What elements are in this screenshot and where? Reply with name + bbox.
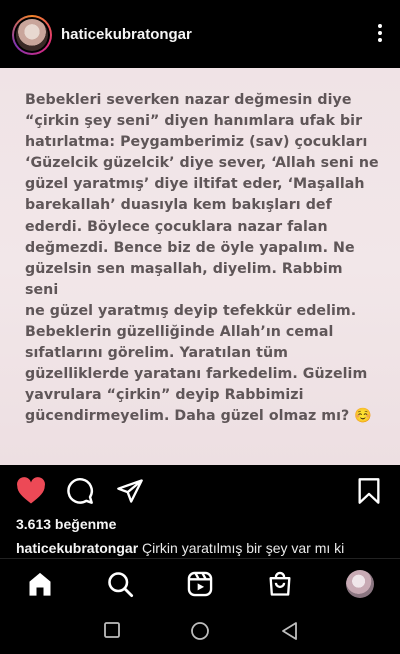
text-line: barekallah’ duasıyla kem bakışları def xyxy=(25,197,332,214)
shop-icon[interactable] xyxy=(265,569,295,599)
text-line: ederdi. Böylece çocuklara nazar falan xyxy=(25,218,328,235)
text-line: Bebekleri severken nazar değmesin diye xyxy=(25,92,352,108)
text-line: “çirkin şey seni” diyen hanımlara ufak b… xyxy=(25,113,363,130)
post-actions xyxy=(0,465,400,515)
heart-filled-icon[interactable] xyxy=(16,477,46,505)
text-line: ‘Güzelcik güzelcik’ diye sever, ‘Allah s… xyxy=(25,155,379,172)
text-line: yavrulara “çirkin” deyip Rabbimizi xyxy=(25,387,304,404)
home-circle-icon[interactable] xyxy=(190,621,210,641)
profile-icon[interactable] xyxy=(345,569,375,599)
avatar-inner xyxy=(14,17,50,53)
back-triangle-icon[interactable] xyxy=(280,621,298,641)
post-image-text: Bebekleri severken nazar değmesin diye “… xyxy=(25,90,380,428)
reels-icon[interactable] xyxy=(185,569,215,599)
text-line: hatırlatma: Peygamberimiz (sav) çocuklar… xyxy=(25,134,368,151)
post-caption[interactable]: haticekubratongar Çirkin yaratılmış bir … xyxy=(16,540,396,556)
post-image[interactable]: Bebekleri severken nazar değmesin diye “… xyxy=(0,68,400,465)
text-line: ne güzel yaratmış deyip tefekkür edelim. xyxy=(25,302,357,319)
post-username[interactable]: haticekubratongar xyxy=(61,26,192,43)
system-nav-bar xyxy=(0,608,400,654)
profile-avatar[interactable] xyxy=(12,15,52,55)
likes-count[interactable]: 3.613 beğenme xyxy=(16,516,116,532)
text-line: Bebeklerin güzelliğinde Allah’ın cemal xyxy=(25,324,334,341)
text-line: güzelliklerde yaratanı farkedelim. Güzel… xyxy=(25,366,368,383)
text-line: gücendirmeyelim. Daha güzel olmaz mı? ☺️ xyxy=(25,408,373,425)
search-icon[interactable] xyxy=(105,569,135,599)
text-line: güzel yaratmış’ diye iltifat eder, ‘Maşa… xyxy=(25,176,365,193)
text-line: güzelsin sen maşallah, diyelim. Rabbim s… xyxy=(25,260,343,298)
send-icon[interactable] xyxy=(116,477,144,505)
home-icon[interactable] xyxy=(25,569,55,599)
post-header: haticekubratongar xyxy=(0,0,400,68)
recents-square-icon[interactable] xyxy=(103,621,121,639)
bottom-nav xyxy=(0,558,400,608)
bookmark-icon[interactable] xyxy=(356,477,382,505)
avatar-image xyxy=(16,19,48,51)
caption-username[interactable]: haticekubratongar xyxy=(16,540,138,556)
comment-icon[interactable] xyxy=(66,477,94,505)
caption-text: Çirkin yaratılmış bir şey var mı ki xyxy=(142,540,345,556)
text-line: değmezdi. Bence biz de öyle yapalım. Ne xyxy=(25,239,355,256)
more-vertical-icon[interactable] xyxy=(376,24,384,46)
text-line: sıfatlarını görelim. Yaratılan tüm xyxy=(25,345,288,362)
profile-thumbnail xyxy=(346,570,374,598)
